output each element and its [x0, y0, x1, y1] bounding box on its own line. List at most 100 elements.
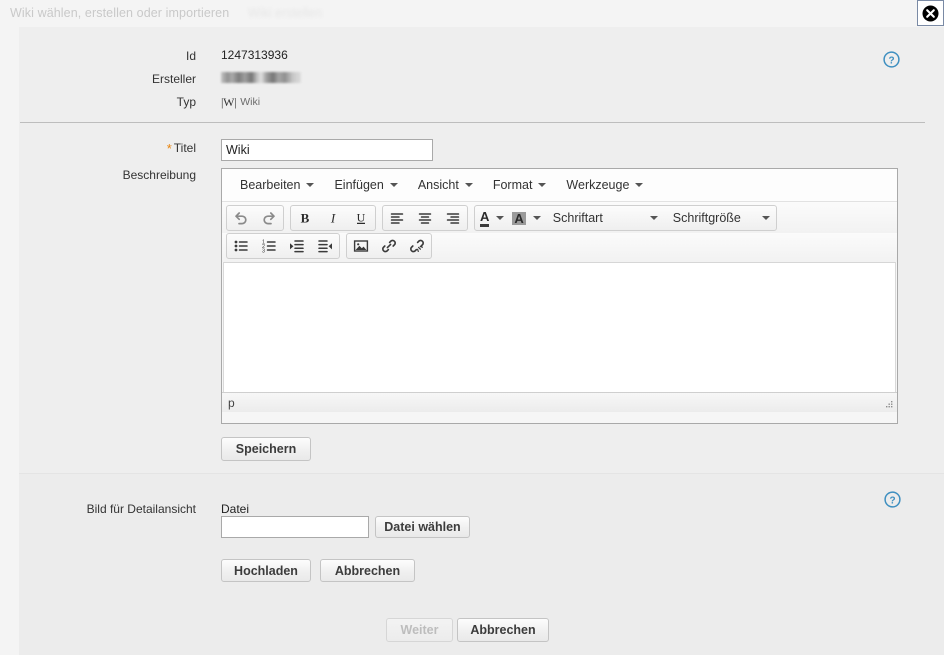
value-typ: |W|Wiki — [221, 94, 260, 110]
label-titel-text: Titel — [174, 141, 196, 155]
align-right-button[interactable] — [439, 206, 467, 230]
chevron-down-icon — [306, 183, 314, 187]
next-button[interactable]: Weiter — [386, 618, 453, 642]
image-button[interactable] — [347, 234, 375, 258]
chevron-down-icon — [762, 216, 770, 220]
footer-cancel-button[interactable]: Abbrechen — [457, 618, 549, 642]
required-marker: * — [167, 141, 172, 156]
numbered-list-button[interactable]: 123 — [255, 234, 283, 258]
fontsize-select[interactable]: Schriftgröße — [664, 206, 776, 230]
file-path-input[interactable] — [221, 516, 369, 538]
left-margin-strip — [0, 27, 19, 655]
svg-text:?: ? — [888, 55, 894, 66]
value-id: 1247313936 — [221, 48, 288, 62]
save-button[interactable]: Speichern — [221, 437, 311, 461]
title-bar: Wiki wählen, erstellen oder importieren … — [0, 0, 944, 27]
text-color-button[interactable]: A — [475, 206, 507, 230]
bullet-list-icon — [233, 238, 249, 254]
wiki-type-text: Wiki — [240, 96, 260, 108]
chevron-down-icon — [390, 183, 398, 187]
text-color-label: A — [480, 210, 489, 227]
editor-toolbar-row-1: B I U — [222, 202, 897, 233]
align-center-icon — [417, 210, 433, 226]
upload-cancel-button[interactable]: Abbrechen — [320, 559, 415, 582]
label-ersteller: Ersteller — [90, 72, 196, 86]
fontfamily-select[interactable]: Schriftart — [544, 206, 664, 230]
editor-resize-handle[interactable] — [883, 399, 894, 410]
label-beschreibung: Beschreibung — [90, 168, 196, 182]
menu-einfuegen-label: Einfügen — [334, 178, 383, 192]
chevron-down-icon — [635, 183, 643, 187]
editor-content-area[interactable] — [223, 262, 896, 392]
help-icon-metadata[interactable]: ? — [883, 51, 900, 68]
chevron-down-icon — [538, 183, 546, 187]
unlink-button[interactable] — [403, 234, 431, 258]
indent-icon — [289, 238, 305, 254]
toolbar-group-align — [382, 205, 468, 231]
dialog-window: Wiki wählen, erstellen oder importieren … — [0, 0, 944, 655]
align-right-icon — [445, 210, 461, 226]
underline-button[interactable]: U — [347, 206, 375, 230]
close-circle-icon — [922, 5, 939, 22]
svg-text:I: I — [329, 211, 335, 226]
bold-button[interactable]: B — [291, 206, 319, 230]
menu-einfuegen[interactable]: Einfügen — [324, 174, 407, 196]
outdent-button[interactable] — [311, 234, 339, 258]
title-input[interactable] — [221, 139, 433, 161]
help-circle-icon: ? — [883, 51, 900, 68]
label-datei: Datei — [221, 502, 249, 516]
chevron-down-icon — [533, 216, 541, 220]
link-button[interactable] — [375, 234, 403, 258]
editor-statusbar: p — [222, 392, 897, 412]
help-circle-icon: ? — [884, 491, 901, 508]
image-icon — [353, 238, 369, 254]
menu-werkzeuge[interactable]: Werkzeuge — [556, 174, 653, 196]
menu-bearbeiten-label: Bearbeiten — [240, 178, 300, 192]
menu-format-label: Format — [493, 178, 533, 192]
svg-text:B: B — [300, 211, 309, 226]
unlink-icon — [409, 238, 425, 254]
svg-text:?: ? — [889, 495, 895, 506]
toolbar-group-history — [226, 205, 284, 231]
numbered-list-icon: 123 — [261, 238, 277, 254]
upload-button[interactable]: Hochladen — [221, 559, 311, 582]
align-left-icon — [389, 210, 405, 226]
chevron-down-icon — [650, 216, 658, 220]
chevron-down-icon — [465, 183, 473, 187]
menu-format[interactable]: Format — [483, 174, 557, 196]
background-color-label: A — [512, 212, 525, 225]
indent-button[interactable] — [283, 234, 311, 258]
background-color-button[interactable]: A — [507, 206, 543, 230]
align-left-button[interactable] — [383, 206, 411, 230]
close-button[interactable] — [917, 0, 944, 26]
label-id: Id — [90, 49, 196, 63]
svg-text:U: U — [356, 211, 365, 225]
redo-button[interactable] — [255, 206, 283, 230]
undo-icon — [233, 210, 249, 226]
label-bild-fuer-detailansicht: Bild für Detailansicht — [40, 502, 196, 516]
svg-text:3: 3 — [262, 248, 265, 254]
italic-button[interactable]: I — [319, 206, 347, 230]
label-titel: *Titel — [90, 141, 196, 156]
title-ghost-text: Wiki erstellen — [248, 6, 322, 20]
outdent-icon — [317, 238, 333, 254]
menu-bearbeiten[interactable]: Bearbeiten — [230, 174, 324, 196]
choose-file-button[interactable]: Datei wählen — [375, 516, 470, 538]
undo-button[interactable] — [227, 206, 255, 230]
section-divider — [20, 122, 925, 123]
link-icon — [381, 238, 397, 254]
bullet-list-button[interactable] — [227, 234, 255, 258]
resize-grip-icon — [883, 399, 894, 410]
label-typ: Typ — [90, 95, 196, 109]
editor-element-path: p — [228, 396, 235, 410]
italic-icon: I — [325, 210, 341, 226]
align-center-button[interactable] — [411, 206, 439, 230]
help-icon-upload[interactable]: ? — [884, 491, 901, 508]
fontfamily-label: Schriftart — [553, 211, 603, 225]
menu-ansicht-label: Ansicht — [418, 178, 459, 192]
page-title: Wiki wählen, erstellen oder importieren — [10, 6, 229, 20]
toolbar-group-insert — [346, 233, 432, 259]
menu-werkzeuge-label: Werkzeuge — [566, 178, 629, 192]
menu-ansicht[interactable]: Ansicht — [408, 174, 483, 196]
fontsize-label: Schriftgröße — [673, 211, 741, 225]
